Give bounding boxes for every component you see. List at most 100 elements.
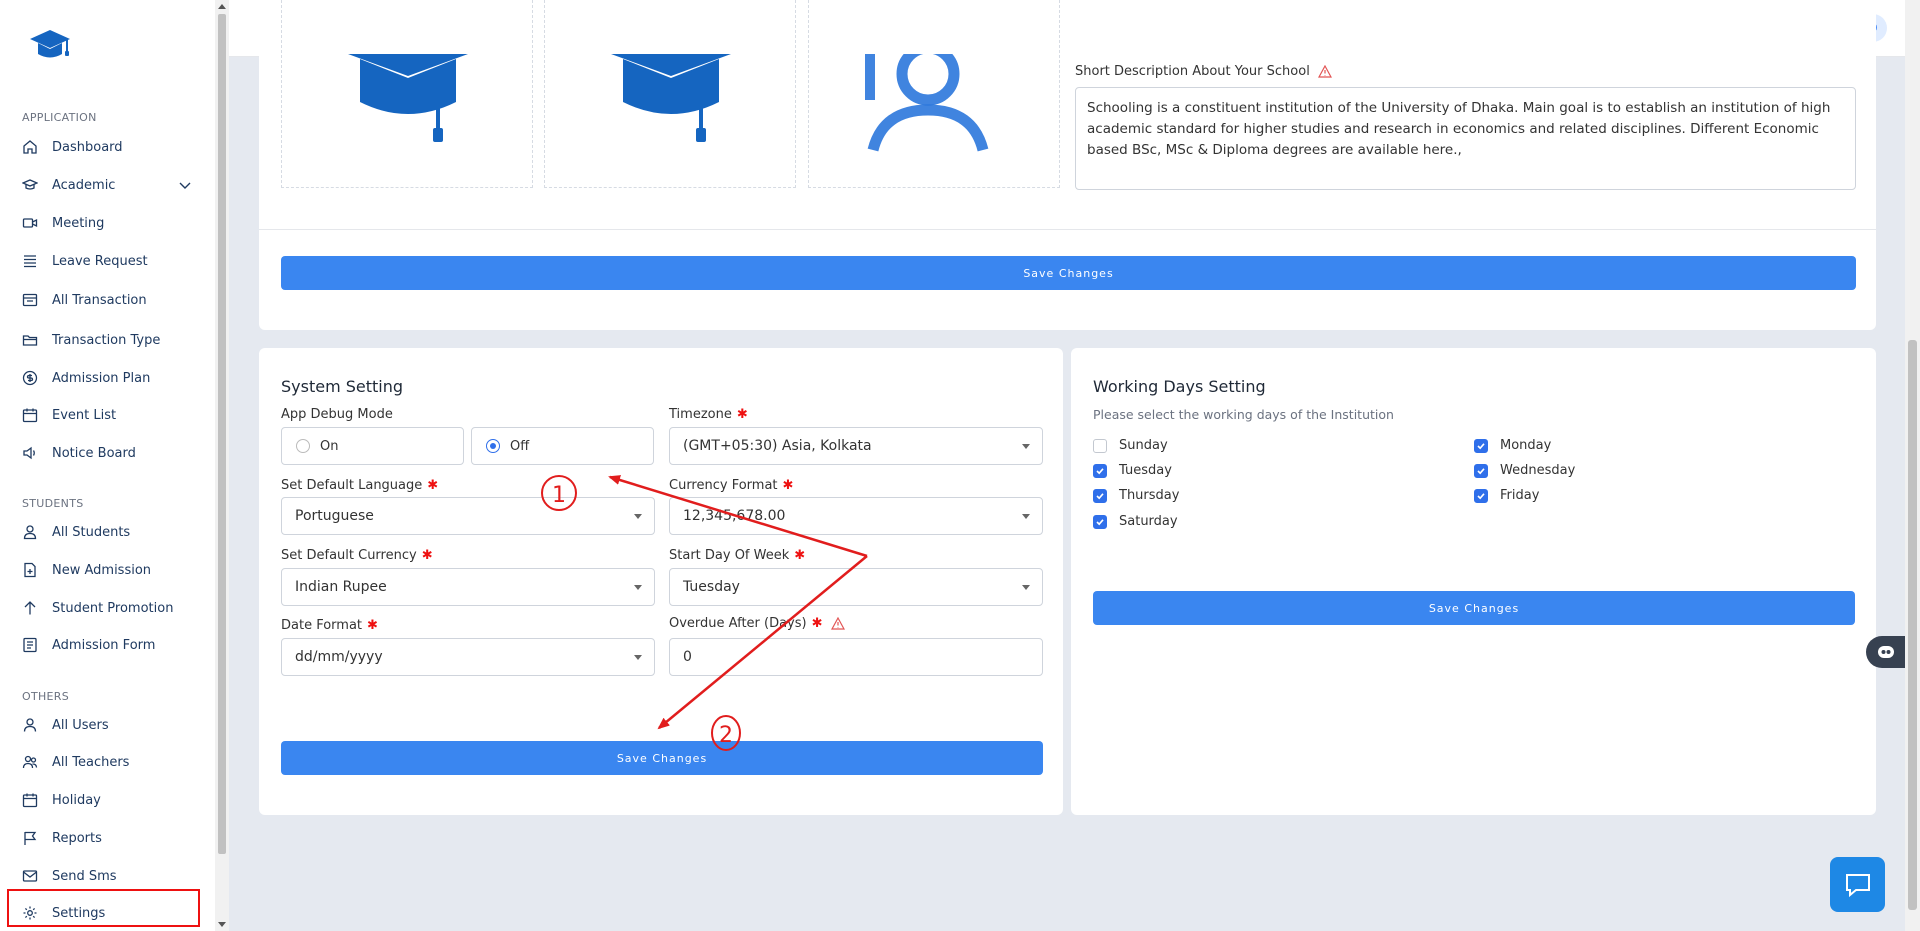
sidebar-item-new-admission[interactable]: New Admission bbox=[22, 558, 202, 582]
day-checkbox-tuesday[interactable]: Tuesday bbox=[1093, 463, 1172, 478]
day-checkbox-friday[interactable]: Friday bbox=[1474, 488, 1539, 503]
day-checkbox-monday[interactable]: Monday bbox=[1474, 438, 1551, 453]
sidebar-item-all-transaction[interactable]: All Transaction bbox=[22, 288, 202, 312]
chat-button[interactable] bbox=[1830, 857, 1885, 912]
sidebar-item-event-list[interactable]: Event List bbox=[22, 403, 202, 427]
sidebar-item-meeting[interactable]: Meeting bbox=[22, 211, 202, 235]
working-days-card: Working Days Setting Please select the w… bbox=[1071, 348, 1876, 815]
sidebar-item-label: All Teachers bbox=[52, 754, 130, 770]
caret-down-icon bbox=[1022, 585, 1030, 590]
sidebar-item-label: Admission Plan bbox=[52, 370, 151, 386]
sidebar-item-dashboard[interactable]: Dashboard bbox=[22, 135, 202, 159]
sidebar-item-send-sms[interactable]: Send Sms bbox=[22, 864, 202, 888]
short-description-label: Short Description About Your School bbox=[1075, 64, 1332, 79]
warning-triangle-icon bbox=[830, 617, 845, 630]
overdue-days-input[interactable]: 0 bbox=[669, 638, 1043, 676]
chevron-down-icon[interactable] bbox=[178, 178, 192, 192]
required-asterisk-icon: ✱ bbox=[427, 478, 439, 493]
date-format-label: Date Format ✱ bbox=[281, 618, 378, 633]
main-scrollbar[interactable] bbox=[1905, 0, 1920, 931]
sidebar-item-holiday[interactable]: Holiday bbox=[22, 788, 202, 812]
card-subtitle: Please select the working days of the In… bbox=[1093, 407, 1394, 422]
day-checkbox-wednesday[interactable]: Wednesday bbox=[1474, 463, 1575, 478]
currency-format-select[interactable]: 12,345,678.00 bbox=[669, 497, 1043, 535]
short-description-textarea[interactable]: Schooling is a constituent institution o… bbox=[1075, 87, 1856, 190]
language-select[interactable]: Portuguese bbox=[281, 497, 655, 535]
required-asterisk-icon: ✱ bbox=[421, 548, 433, 563]
sidebar-item-admission-form[interactable]: Admission Form bbox=[22, 633, 202, 657]
sidebar-item-label: All Students bbox=[52, 524, 131, 540]
save-changes-button[interactable]: Save Changes bbox=[281, 256, 1856, 290]
graduation-cap-icon bbox=[22, 179, 38, 190]
sidebar-item-admission-plan[interactable]: Admission Plan bbox=[22, 366, 202, 390]
scroll-up-arrow-icon[interactable] bbox=[218, 4, 226, 9]
save-changes-button[interactable]: Save Changes bbox=[1093, 591, 1855, 625]
section-label-students: STUDENTS bbox=[22, 497, 84, 510]
caret-down-icon bbox=[634, 655, 642, 660]
calendar-icon bbox=[22, 793, 38, 808]
checkbox-checked-icon bbox=[1474, 463, 1488, 478]
date-format-select[interactable]: dd/mm/yyyy bbox=[281, 638, 655, 676]
currency-label: Set Default Currency ✱ bbox=[281, 548, 433, 563]
folder-icon bbox=[22, 335, 38, 346]
sidebar-item-notice-board[interactable]: Notice Board bbox=[22, 441, 202, 465]
save-changes-button[interactable]: Save Changes bbox=[281, 741, 1043, 775]
sidebar-scrollbar-thumb[interactable] bbox=[218, 14, 226, 854]
sidebar-item-transaction-type[interactable]: Transaction Type bbox=[22, 328, 202, 352]
sidebar-item-academic[interactable]: Academic bbox=[22, 173, 202, 197]
checkbox-checked-icon bbox=[1474, 488, 1488, 503]
timezone-select[interactable]: (GMT+05:30) Asia, Kolkata bbox=[669, 427, 1043, 465]
list-icon bbox=[24, 255, 36, 268]
sidebar-scrollbar[interactable] bbox=[215, 0, 229, 931]
sidebar-item-leave-request[interactable]: Leave Request bbox=[22, 249, 202, 273]
debug-on-radio[interactable]: On bbox=[281, 427, 464, 465]
debug-off-radio[interactable]: Off bbox=[471, 427, 654, 465]
sidebar-item-label: Meeting bbox=[52, 215, 105, 231]
section-label-others: OTHERS bbox=[22, 690, 70, 703]
debug-mode-label: App Debug Mode bbox=[281, 407, 393, 422]
start-day-select[interactable]: Tuesday bbox=[669, 568, 1043, 606]
currency-select[interactable]: Indian Rupee bbox=[281, 568, 655, 606]
day-checkbox-sunday[interactable]: Sunday bbox=[1093, 438, 1168, 453]
user-icon bbox=[23, 525, 37, 540]
avatar-upload-box[interactable] bbox=[808, 0, 1060, 188]
arrow-up-icon bbox=[24, 601, 36, 615]
checkbox-checked-icon bbox=[1093, 514, 1107, 529]
caret-down-icon bbox=[634, 514, 642, 519]
chat-bubble-icon bbox=[1845, 873, 1870, 897]
logo-upload-box[interactable] bbox=[281, 0, 533, 188]
speaker-icon bbox=[23, 446, 35, 460]
sidebar-item-label: All Transaction bbox=[52, 292, 147, 308]
sidebar-item-label: New Admission bbox=[52, 562, 152, 578]
main-scrollbar-thumb[interactable] bbox=[1908, 340, 1917, 910]
graduation-cap-logo-icon[interactable] bbox=[28, 28, 72, 64]
required-asterisk-icon: ✱ bbox=[811, 616, 823, 631]
required-asterisk-icon: ✱ bbox=[782, 478, 794, 493]
users-icon bbox=[22, 755, 38, 769]
mail-icon bbox=[22, 870, 38, 882]
robot-icon bbox=[1877, 646, 1894, 658]
currency-format-label: Currency Format ✱ bbox=[669, 478, 794, 493]
sidebar: APPLICATION Dashboard Academic Meeting L… bbox=[0, 0, 215, 931]
school-info-card: Short Description About Your School Scho… bbox=[259, 0, 1876, 330]
scroll-down-arrow-icon[interactable] bbox=[218, 922, 226, 927]
sidebar-item-reports[interactable]: Reports bbox=[22, 826, 202, 850]
settings-highlight-box bbox=[7, 889, 200, 927]
sidebar-item-label: Notice Board bbox=[52, 445, 136, 461]
sidebar-item-student-promotion[interactable]: Student Promotion bbox=[22, 596, 202, 620]
sidebar-item-all-students[interactable]: All Students bbox=[22, 520, 202, 544]
day-checkbox-thursday[interactable]: Thursday bbox=[1093, 488, 1179, 503]
favicon-upload-box[interactable] bbox=[544, 0, 796, 188]
graduation-cap-image-icon bbox=[348, 54, 468, 142]
sidebar-item-all-users[interactable]: All Users bbox=[22, 713, 202, 737]
language-label: Set Default Language ✱ bbox=[281, 478, 439, 493]
overdue-label: Overdue After (Days) ✱ bbox=[669, 616, 845, 631]
form-icon bbox=[23, 637, 37, 653]
chatbot-tab[interactable] bbox=[1866, 636, 1905, 668]
sidebar-item-label: Admission Form bbox=[52, 637, 156, 653]
file-add-icon bbox=[24, 562, 36, 578]
sidebar-item-all-teachers[interactable]: All Teachers bbox=[22, 750, 202, 774]
flag-icon bbox=[24, 831, 37, 845]
card-title: Working Days Setting bbox=[1093, 377, 1266, 396]
day-checkbox-saturday[interactable]: Saturday bbox=[1093, 514, 1178, 529]
